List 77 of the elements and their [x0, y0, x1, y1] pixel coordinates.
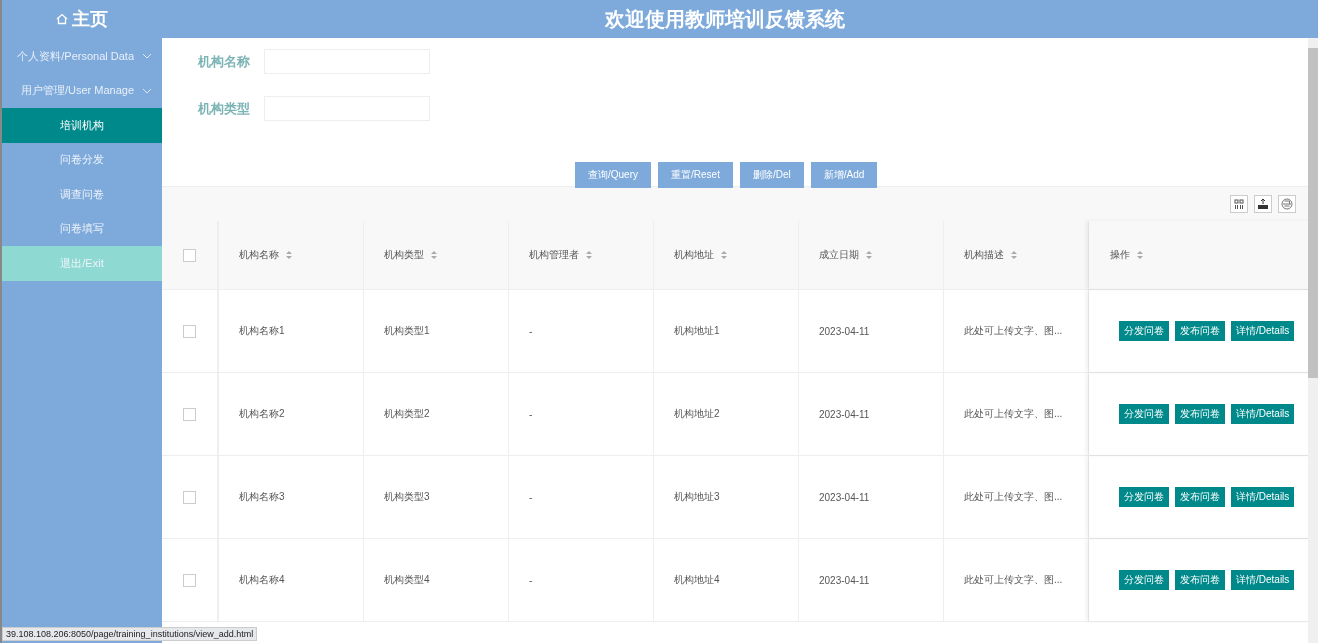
- sort-icon[interactable]: [430, 250, 438, 260]
- table-cell: 机构名称1: [239, 324, 285, 338]
- table-cell: 机构类型2: [384, 407, 430, 421]
- row-action-button[interactable]: 详情/Details: [1231, 487, 1295, 507]
- row-action-button[interactable]: 分发问卷: [1119, 570, 1169, 590]
- status-url: 39.108.108.206:8050/page/training_institutions/view_add.html: [2, 627, 258, 641]
- sort-icon[interactable]: [585, 250, 593, 260]
- page-title: 欢迎使用教师培训反馈系统: [603, 6, 846, 32]
- column-header[interactable]: 机构管理者: [529, 248, 579, 262]
- table-cell: 机构名称4: [239, 573, 285, 587]
- checkbox[interactable]: [183, 490, 196, 504]
- sort-icon[interactable]: [285, 250, 293, 260]
- table-cell: -: [529, 574, 533, 586]
- table-cell: 机构名称3: [239, 490, 285, 504]
- row-action-button[interactable]: 分发问卷: [1119, 321, 1169, 341]
- action-button[interactable]: 重置/Reset: [658, 162, 733, 188]
- table-cell: 机构名称2: [239, 407, 285, 421]
- table-cell: 2023-04-11: [819, 408, 870, 420]
- sort-icon[interactable]: [865, 250, 873, 260]
- table-cell: 机构类型3: [384, 490, 430, 504]
- table-cell: 机构地址3: [674, 490, 720, 504]
- checkbox[interactable]: [183, 248, 196, 262]
- checkbox[interactable]: [183, 407, 196, 421]
- column-header[interactable]: 机构类型: [384, 248, 424, 262]
- table-cell: 2023-04-11: [819, 325, 870, 337]
- checkbox[interactable]: [183, 573, 196, 587]
- sidebar-item[interactable]: 问卷填写: [2, 211, 162, 246]
- table-cell: 此处可上传文字、图...: [964, 573, 1063, 587]
- table-cell: 此处可上传文字、图...: [964, 324, 1063, 338]
- scrollbar[interactable]: [1308, 38, 1318, 643]
- export-icon[interactable]: [1254, 195, 1272, 213]
- table-cell: 机构地址1: [674, 324, 720, 338]
- row-action-button[interactable]: 详情/Details: [1231, 321, 1295, 341]
- row-action-button[interactable]: 详情/Details: [1231, 404, 1295, 424]
- table-cell: 2023-04-11: [819, 574, 870, 586]
- table-cell: 此处可上传文字、图...: [964, 407, 1063, 421]
- table-cell: 2023-04-11: [819, 491, 870, 503]
- row-action-button[interactable]: 发布问卷: [1175, 570, 1225, 590]
- table-cell: 机构类型1: [384, 324, 430, 338]
- sidebar-item[interactable]: 用户管理/User Manage: [2, 73, 162, 108]
- print-icon[interactable]: [1278, 195, 1296, 213]
- checkbox[interactable]: [183, 324, 196, 338]
- row-action-button[interactable]: 详情/Details: [1231, 570, 1295, 590]
- sort-icon[interactable]: [1010, 250, 1018, 260]
- column-header[interactable]: 机构地址: [674, 248, 714, 262]
- sort-icon[interactable]: [1136, 250, 1144, 260]
- table-cell: -: [529, 325, 533, 337]
- column-header[interactable]: 机构名称: [239, 248, 279, 262]
- table-cell: 机构地址4: [674, 573, 720, 587]
- sort-icon[interactable]: [720, 250, 728, 260]
- chevron-icon: [142, 53, 152, 60]
- action-button[interactable]: 删除/Del: [739, 162, 804, 188]
- sidebar-item[interactable]: 问卷分发: [2, 142, 162, 177]
- sidebar-item[interactable]: 培训机构: [2, 108, 162, 143]
- columns-icon[interactable]: [1230, 195, 1248, 213]
- sidebar-item[interactable]: 个人资料/Personal Data: [2, 39, 162, 74]
- sidebar-item[interactable]: 调查问卷: [2, 177, 162, 212]
- column-header[interactable]: 成立日期: [819, 248, 859, 262]
- row-action-button[interactable]: 发布问卷: [1175, 487, 1225, 507]
- home-icon: [56, 13, 68, 25]
- row-action-button[interactable]: 发布问卷: [1175, 321, 1225, 341]
- action-button[interactable]: 查询/Query: [575, 162, 651, 188]
- chevron-icon: [142, 87, 152, 94]
- table-cell: -: [529, 491, 533, 503]
- field-label: 机构名称: [198, 52, 250, 71]
- table-cell: 机构类型4: [384, 573, 430, 587]
- column-header[interactable]: 操作: [1110, 248, 1130, 262]
- field-label: 机构类型: [198, 99, 250, 118]
- row-action-button[interactable]: 发布问卷: [1175, 404, 1225, 424]
- table-cell: 此处可上传文字、图...: [964, 490, 1063, 504]
- action-button[interactable]: 新增/Add: [810, 162, 878, 188]
- home-link[interactable]: 主页: [2, 7, 162, 31]
- column-header[interactable]: 机构描述: [964, 248, 1004, 262]
- row-action-button[interactable]: 分发问卷: [1119, 487, 1169, 507]
- table-cell: 机构地址2: [674, 407, 720, 421]
- row-action-button[interactable]: 分发问卷: [1119, 404, 1169, 424]
- table-cell: -: [529, 408, 533, 420]
